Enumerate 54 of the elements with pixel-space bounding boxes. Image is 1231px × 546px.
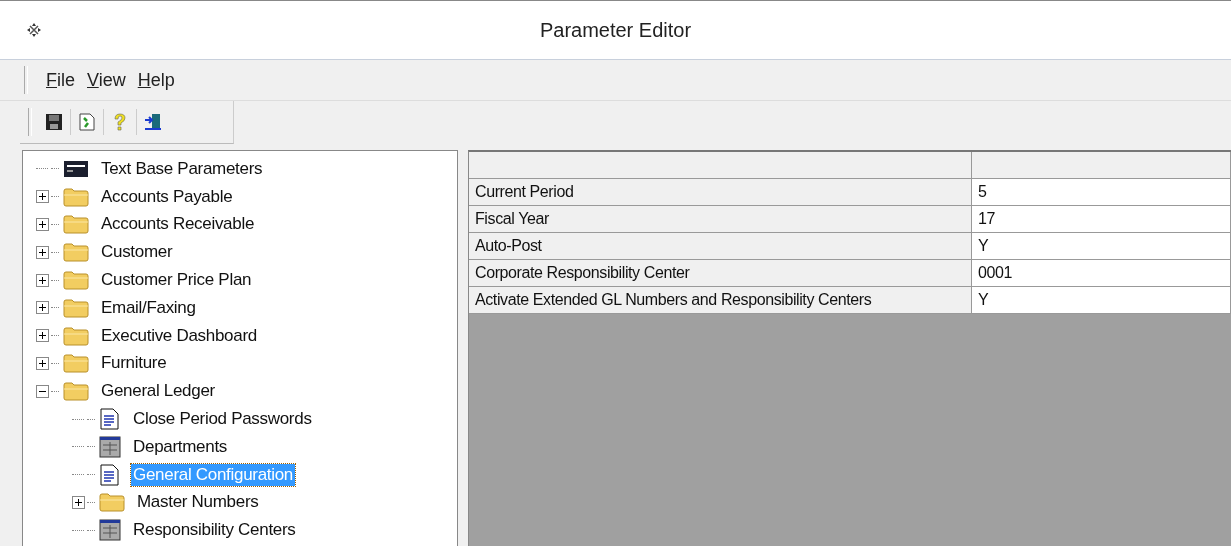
window-icon — [63, 158, 89, 179]
tree-item[interactable]: Executive Dashboard — [99, 324, 259, 347]
parameter-value[interactable]: 5 — [972, 179, 1231, 206]
expand-icon[interactable] — [35, 329, 49, 343]
document-arrows-icon — [78, 113, 96, 131]
folder-icon — [63, 381, 89, 402]
parameter-name: Fiscal Year — [469, 206, 972, 233]
expand-icon[interactable] — [35, 356, 49, 370]
parameter-name: Corporate Responsibility Center — [469, 260, 972, 287]
expand-icon[interactable] — [71, 495, 85, 509]
parameter-name: Current Period — [469, 179, 972, 206]
expand-icon[interactable] — [35, 301, 49, 315]
parameter-value[interactable]: Y — [972, 287, 1231, 314]
tree-item[interactable]: Furniture — [99, 352, 169, 375]
expand-icon[interactable] — [35, 218, 49, 231]
tree-item[interactable]: Email/Faxing — [99, 296, 198, 319]
collapse-icon[interactable] — [35, 384, 49, 398]
tree-item[interactable]: Customer — [99, 241, 175, 264]
table-icon — [99, 435, 121, 458]
folder-icon — [63, 353, 89, 374]
menu-item[interactable]: View — [87, 69, 126, 91]
tree-item[interactable]: Close Period Passwords — [131, 408, 314, 431]
parameter-name: Activate Extended GL Numbers and Responsibility Centers — [469, 287, 972, 314]
tree-item[interactable]: Accounts Receivable — [99, 213, 257, 236]
folder-icon — [63, 242, 89, 263]
expand-icon[interactable] — [35, 245, 49, 259]
table-icon — [99, 519, 121, 542]
tree-item[interactable]: Text Base Parameters — [99, 157, 265, 180]
folder-icon — [63, 270, 89, 291]
menu-item[interactable]: Help — [137, 69, 175, 91]
expand-icon[interactable] — [35, 273, 49, 287]
app-icon — [26, 22, 42, 38]
exit-door-icon — [144, 113, 162, 131]
tree-item[interactable]: Responsibility Centers — [131, 519, 298, 542]
menu-item[interactable]: File — [46, 69, 75, 91]
parameter-value[interactable]: Y — [972, 233, 1231, 260]
folder-icon — [63, 186, 89, 207]
folder-icon — [63, 214, 89, 235]
folder-icon — [63, 325, 89, 346]
tree-item[interactable]: Customer Price Plan — [99, 269, 254, 292]
document-icon — [99, 463, 121, 486]
parameter-value[interactable]: 17 — [972, 206, 1231, 233]
parameter-name: Auto-Post — [469, 233, 972, 260]
tree-item[interactable]: Master Numbers — [135, 491, 261, 514]
parameter-value[interactable]: 0001 — [972, 260, 1231, 287]
expand-icon[interactable] — [35, 190, 49, 204]
document-icon — [99, 408, 121, 431]
folder-icon — [63, 297, 89, 318]
tree-item[interactable]: Departments — [131, 435, 230, 458]
window-title: Parameter Editor — [539, 18, 692, 42]
folder-icon — [99, 492, 125, 513]
question-mark-icon — [111, 113, 129, 131]
tree-item[interactable]: General Ledger — [99, 380, 217, 403]
tree-item[interactable]: Accounts Payable — [99, 185, 235, 208]
